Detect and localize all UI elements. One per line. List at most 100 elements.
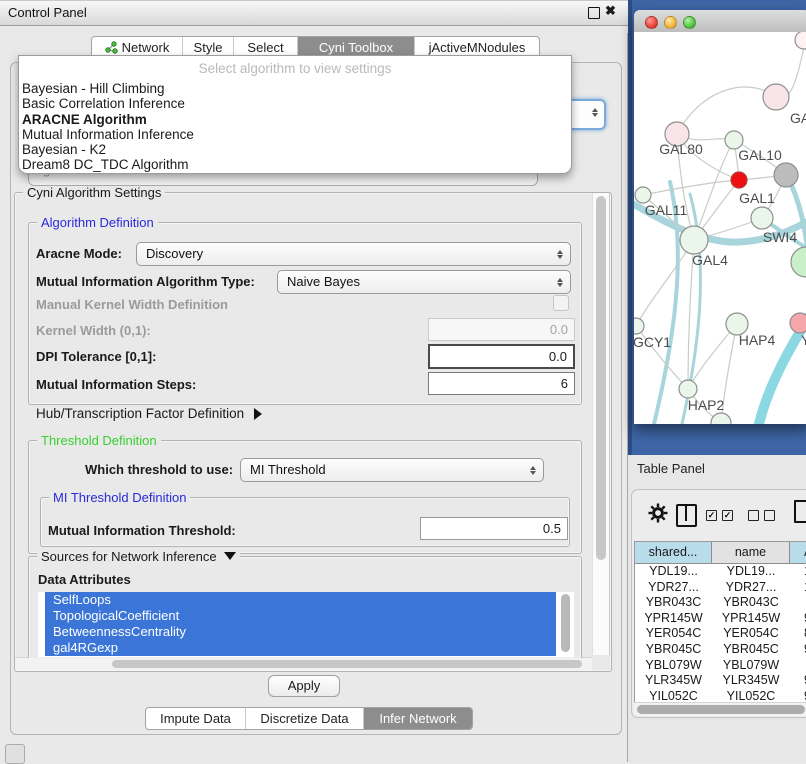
tab-label: Network	[122, 40, 170, 55]
network-view-window[interactable]: GALGAL80GAL10GAL1GAL11SWI4GAL4GCY1HAP4YH…	[634, 10, 806, 424]
network-node[interactable]	[634, 318, 644, 334]
attribute-item[interactable]: SelfLoops	[45, 592, 556, 608]
kernel-width-label: Kernel Width (0,1):	[36, 323, 151, 338]
network-node[interactable]	[635, 187, 651, 203]
tab-impute-data[interactable]: Impute Data	[146, 708, 246, 729]
attribute-item[interactable]: TopologicalCoefficient	[45, 608, 556, 624]
which-threshold-combobox[interactable]: MI Threshold	[240, 458, 544, 482]
column-header[interactable]: A	[790, 542, 806, 564]
list-scrollbar-thumb[interactable]	[561, 594, 570, 652]
combobox-value: MI Threshold	[250, 462, 326, 477]
network-node[interactable]	[751, 207, 773, 229]
table-row[interactable]: YBR045CYBR045C9.	[635, 642, 806, 658]
table-row[interactable]: YBL079WYBL079W	[635, 658, 806, 674]
checked-checkbox-icon[interactable]: ✓	[722, 510, 733, 521]
zoom-traffic-light[interactable]	[683, 16, 696, 29]
table-row[interactable]: YER054CYER054C8.	[635, 626, 806, 642]
data-attributes-label: Data Attributes	[38, 572, 131, 587]
network-edge[interactable]	[636, 240, 694, 326]
table-cell	[790, 595, 806, 611]
dropdown-item[interactable]: Basic Correlation Inference	[19, 96, 571, 111]
table-row[interactable]: YDR27...YDR27...12	[635, 580, 806, 596]
network-edge[interactable]	[677, 87, 776, 134]
table-cell: YPR145W	[635, 611, 712, 627]
unchecked-checkbox-icon[interactable]	[748, 510, 759, 521]
network-node[interactable]	[790, 313, 806, 333]
chevron-right-icon	[254, 408, 262, 420]
column-header[interactable]: name	[712, 542, 790, 564]
network-node-label: SWI4	[763, 229, 797, 245]
network-window-titlebar[interactable]	[634, 10, 806, 33]
settings-vertical-scrollbar[interactable]	[592, 193, 610, 655]
stepper-icon	[554, 247, 565, 261]
mi-threshold-input[interactable]: 0.5	[420, 517, 568, 540]
hub-definition-toggle[interactable]: Hub/Transcription Factor Definition	[36, 406, 262, 421]
dropdown-item[interactable]: Mutual Information Inference	[19, 127, 571, 142]
network-node-label: GAL1	[739, 190, 775, 206]
dropdown-item[interactable]: Bayesian - K2	[19, 142, 571, 157]
close-icon[interactable]: ✖	[605, 6, 619, 20]
tab-label: Select	[247, 40, 283, 55]
table-cell: YER054C	[712, 626, 790, 642]
split-pane-icon[interactable]	[676, 504, 697, 527]
gear-icon[interactable]	[648, 503, 668, 523]
column-header[interactable]: shared...	[635, 542, 712, 564]
network-canvas[interactable]: GALGAL80GAL10GAL1GAL11SWI4GAL4GCY1HAP4YH…	[634, 32, 806, 424]
table-cell: 12	[790, 580, 806, 596]
network-node[interactable]	[795, 32, 806, 49]
dropdown-item-selected[interactable]: ARACNE Algorithm	[19, 112, 571, 127]
minimize-traffic-light[interactable]	[664, 16, 677, 29]
network-node[interactable]	[774, 163, 798, 187]
manual-kernel-checkbox[interactable]	[553, 295, 569, 311]
table-row[interactable]: YBR043CYBR043C	[635, 595, 806, 611]
dpi-tolerance-label: DPI Tolerance [0,1]:	[36, 349, 156, 364]
panel-dock-icon[interactable]	[5, 744, 25, 764]
network-node-label: GAL	[790, 110, 806, 126]
group-title: Algorithm Definition	[37, 215, 158, 230]
network-node[interactable]	[711, 413, 731, 424]
network-node[interactable]	[679, 380, 697, 398]
network-node[interactable]	[791, 247, 806, 277]
table-cell: YDR27...	[635, 580, 712, 596]
network-edge[interactable]	[643, 180, 739, 195]
kernel-width-input[interactable]: 0.0	[428, 318, 575, 341]
algorithm-dropdown-list: Select algorithm to view settings Bayesi…	[18, 55, 572, 174]
sources-toggle[interactable]: Sources for Network Inference	[37, 549, 240, 564]
float-window-icon[interactable]	[588, 7, 600, 19]
tab-label: jActiveMNodules	[429, 40, 526, 55]
aracne-mode-combobox[interactable]: Discovery	[136, 242, 571, 266]
dropdown-item[interactable]: Dream8 DC_TDC Algorithm	[19, 157, 571, 172]
attribute-item[interactable]: BetweennessCentrality	[45, 624, 556, 640]
table-cell: YDL19...	[635, 564, 712, 580]
dpi-tolerance-input[interactable]: 0.0	[428, 344, 575, 369]
close-traffic-light[interactable]	[645, 16, 658, 29]
table-row[interactable]: YIL052CYIL052C9	[635, 689, 806, 703]
table-cell	[790, 658, 806, 674]
table-row[interactable]: YPR145WYPR145W9.	[635, 611, 806, 627]
sources-title: Sources for Network Inference	[41, 549, 217, 564]
scrollbar-thumb[interactable]	[596, 196, 606, 560]
tab-discretize-data[interactable]: Discretize Data	[246, 708, 364, 729]
checked-checkbox-icon[interactable]: ✓	[706, 510, 717, 521]
network-node[interactable]	[680, 226, 708, 254]
table-cell: YBR043C	[712, 595, 790, 611]
settings-horizontal-scrollbar[interactable]	[15, 657, 592, 670]
table-row[interactable]: YLR345WYLR345W9.	[635, 673, 806, 689]
network-node[interactable]	[763, 84, 789, 110]
scrollbar-thumb[interactable]	[112, 660, 582, 668]
document-icon[interactable]	[794, 500, 806, 523]
tab-infer-network[interactable]: Infer Network	[364, 708, 472, 729]
network-node-label: Y	[801, 332, 806, 348]
mi-steps-input[interactable]: 6	[428, 372, 575, 395]
tab-label: Impute Data	[160, 711, 231, 726]
table-row[interactable]: YDL19...YDL19...13	[635, 564, 806, 580]
network-node[interactable]	[731, 172, 747, 188]
table-horizontal-scrollbar[interactable]	[634, 702, 806, 716]
dropdown-item[interactable]: Bayesian - Hill Climbing	[19, 81, 571, 96]
mi-type-combobox[interactable]: Naive Bayes	[277, 270, 571, 294]
apply-button[interactable]: Apply	[268, 675, 340, 697]
scrollbar-thumb[interactable]	[637, 705, 805, 714]
mi-threshold-label: Mutual Information Threshold:	[48, 523, 236, 538]
attribute-item[interactable]: gal4RGexp	[45, 640, 556, 656]
unchecked-checkbox-icon[interactable]	[764, 510, 775, 521]
